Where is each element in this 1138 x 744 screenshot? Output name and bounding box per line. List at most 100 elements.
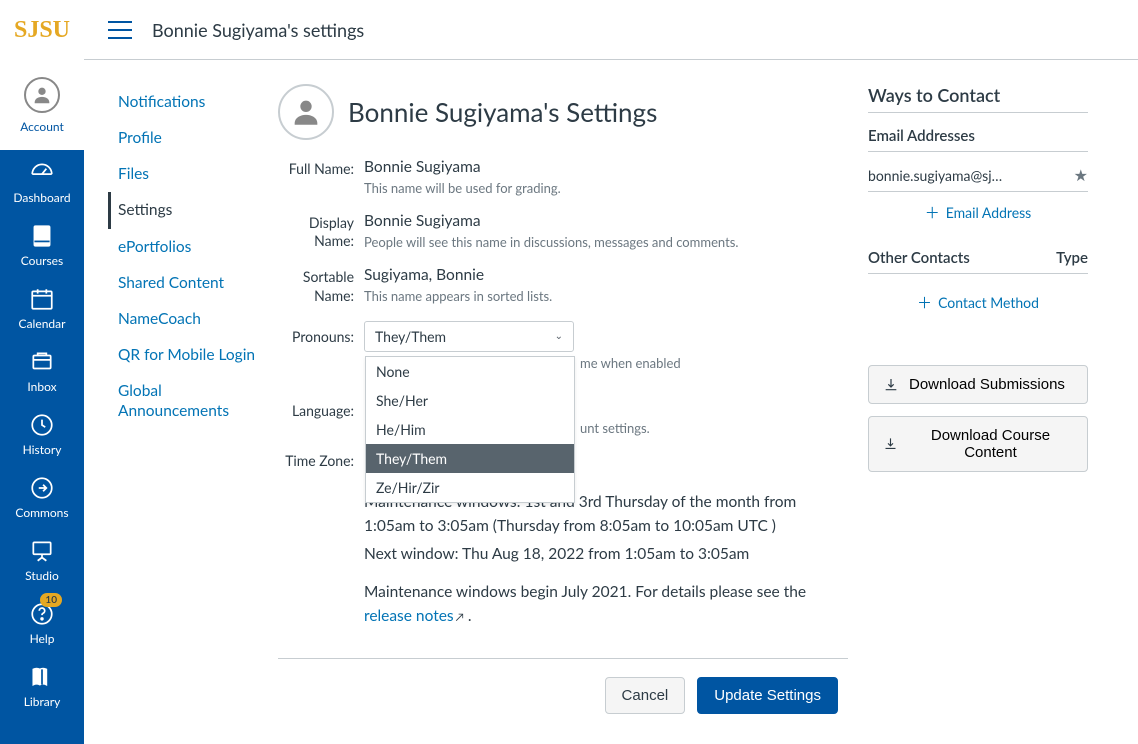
easel-icon <box>29 538 55 564</box>
subnav-global-announcements[interactable]: Global Announcements <box>108 373 278 429</box>
nav-dashboard[interactable]: Dashboard <box>0 150 84 213</box>
download-icon <box>883 436 898 452</box>
pronouns-select[interactable]: They/Them ⌄ None She/Her He/Him They/The… <box>364 321 574 352</box>
row-display-name: Display Name: Bonnie Sugiyama People wil… <box>278 212 848 250</box>
value-display-name: Bonnie Sugiyama <box>364 212 848 230</box>
avatar-icon <box>24 77 60 113</box>
value-full-name: Bonnie Sugiyama <box>364 158 848 176</box>
other-contacts-header: Other Contacts Type <box>868 249 1088 274</box>
value-sortable-name: Sugiyama, Bonnie <box>364 266 848 284</box>
download-submissions-label: Download Submissions <box>909 376 1065 393</box>
email-address: bonnie.sugiyama@sj… <box>868 167 1002 184</box>
hint-full-name: This name will be used for grading. <box>364 180 848 196</box>
pronouns-hint-fragment: me when enabled <box>580 355 681 371</box>
subnav-namecoach[interactable]: NameCoach <box>108 301 278 337</box>
clock-icon <box>29 412 55 438</box>
add-contact-method-label: Contact Method <box>938 294 1039 311</box>
add-contact-method-link[interactable]: ＋ Contact Method <box>868 282 1088 323</box>
nav-help[interactable]: 10 Help <box>0 591 84 654</box>
right-column: Ways to Contact Email Addresses bonnie.s… <box>868 84 1118 744</box>
download-submissions-button[interactable]: Download Submissions <box>868 365 1088 404</box>
subnav-qr-mobile[interactable]: QR for Mobile Login <box>108 337 278 373</box>
pronouns-selected: They/Them <box>375 328 446 345</box>
logo-wrap: SJSU <box>0 0 84 60</box>
download-course-content-label: Download Course Content <box>908 427 1073 461</box>
nav-account-label: Account <box>20 119 64 134</box>
nav-calendar[interactable]: Calendar <box>0 276 84 339</box>
nav-label: Library <box>24 694 61 709</box>
maintenance-line2: Next window: Thu Aug 18, 2022 from 1:05a… <box>364 542 848 566</box>
maintenance-line3a: Maintenance windows begin July 2021. For… <box>364 583 806 601</box>
release-notes-link[interactable]: release notes <box>364 607 454 625</box>
ways-to-contact-heading: Ways to Contact <box>868 84 1088 113</box>
hint-sortable-name: This name appears in sorted lists. <box>364 288 848 304</box>
calendar-icon <box>29 286 55 312</box>
star-icon[interactable]: ★ <box>1074 166 1088 185</box>
nav-label: Inbox <box>27 379 56 394</box>
row-full-name: Full Name: Bonnie Sugiyama This name wil… <box>278 158 848 196</box>
nav-commons[interactable]: Commons <box>0 465 84 528</box>
update-settings-button[interactable]: Update Settings <box>697 677 838 714</box>
dashboard-icon <box>29 160 55 186</box>
label-language: Language: <box>278 400 364 420</box>
email-row: bonnie.sugiyama@sj… ★ <box>868 160 1088 192</box>
add-email-label: Email Address <box>946 204 1031 221</box>
pronouns-option-ze[interactable]: Ze/Hir/Zir <box>366 473 574 502</box>
nav-label: Help <box>30 631 55 646</box>
label-pronouns: Pronouns: <box>278 326 364 346</box>
subnav-files[interactable]: Files <box>108 156 278 192</box>
row-sortable-name: Sortable Name: Sugiyama, Bonnie This nam… <box>278 266 848 304</box>
nav-inbox[interactable]: Inbox <box>0 339 84 402</box>
nav-label: Commons <box>15 505 68 520</box>
subnav-settings[interactable]: Settings <box>108 192 278 228</box>
settings-content: Bonnie Sugiyama's Settings Full Name: Bo… <box>278 84 868 744</box>
subnav-shared-content[interactable]: Shared Content <box>108 265 278 301</box>
book-icon <box>29 223 55 249</box>
profile-avatar[interactable] <box>278 84 334 140</box>
add-email-link[interactable]: ＋ Email Address <box>868 192 1088 233</box>
nav-history[interactable]: History <box>0 402 84 465</box>
action-buttons: Cancel Update Settings <box>278 677 848 714</box>
row-pronouns: Pronouns: They/Them ⌄ None She/Her He/Hi… <box>278 321 848 352</box>
subnav-notifications[interactable]: Notifications <box>108 84 278 120</box>
nav-label: Dashboard <box>13 190 70 205</box>
other-contacts-heading: Other Contacts <box>868 249 970 267</box>
hamburger-menu[interactable] <box>108 21 132 39</box>
label-timezone: Time Zone: <box>278 450 364 470</box>
nav-library[interactable]: Library <box>0 654 84 717</box>
inbox-icon <box>29 349 55 375</box>
library-icon <box>29 664 55 690</box>
nav-label: History <box>23 442 62 457</box>
chevron-down-icon: ⌄ <box>555 330 563 342</box>
label-full-name: Full Name: <box>278 158 364 178</box>
subnav-eportfolios[interactable]: ePortfolios <box>108 229 278 265</box>
pronouns-option-none[interactable]: None <box>366 357 574 386</box>
plus-icon: ＋ <box>917 292 932 313</box>
email-addresses-heading: Email Addresses <box>868 127 1088 152</box>
external-link-icon: ↗ <box>456 611 464 624</box>
page-header: Bonnie Sugiyama's settings <box>84 0 1138 60</box>
nav-account[interactable]: Account <box>0 60 84 150</box>
pronouns-dropdown: None She/Her He/Him They/Them Ze/Hir/Zir <box>365 356 575 503</box>
pronouns-option-they[interactable]: They/Them <box>366 444 574 473</box>
nav-label: Courses <box>21 253 63 268</box>
row-maintenance: Maintenance windows: 1st and 3rd Thursda… <box>278 486 848 628</box>
page-title: Bonnie Sugiyama's settings <box>152 19 364 41</box>
divider <box>278 658 848 659</box>
pronouns-option-he[interactable]: He/Him <box>366 415 574 444</box>
nav-label: Calendar <box>19 316 66 331</box>
label-display-name: Display Name: <box>278 212 364 250</box>
pronouns-option-she[interactable]: She/Her <box>366 386 574 415</box>
nav-studio[interactable]: Studio <box>0 528 84 591</box>
commons-icon <box>29 475 55 501</box>
download-course-content-button[interactable]: Download Course Content <box>868 416 1088 472</box>
type-heading: Type <box>1056 249 1088 267</box>
settings-head: Bonnie Sugiyama's Settings <box>278 84 848 140</box>
subnav-profile[interactable]: Profile <box>108 120 278 156</box>
main: Notifications Profile Files Settings ePo… <box>84 60 1138 744</box>
logo: SJSU <box>14 17 70 44</box>
language-hint-fragment: unt settings. <box>580 420 650 436</box>
cancel-button[interactable]: Cancel <box>605 677 686 714</box>
plus-icon: ＋ <box>925 202 940 223</box>
nav-courses[interactable]: Courses <box>0 213 84 276</box>
